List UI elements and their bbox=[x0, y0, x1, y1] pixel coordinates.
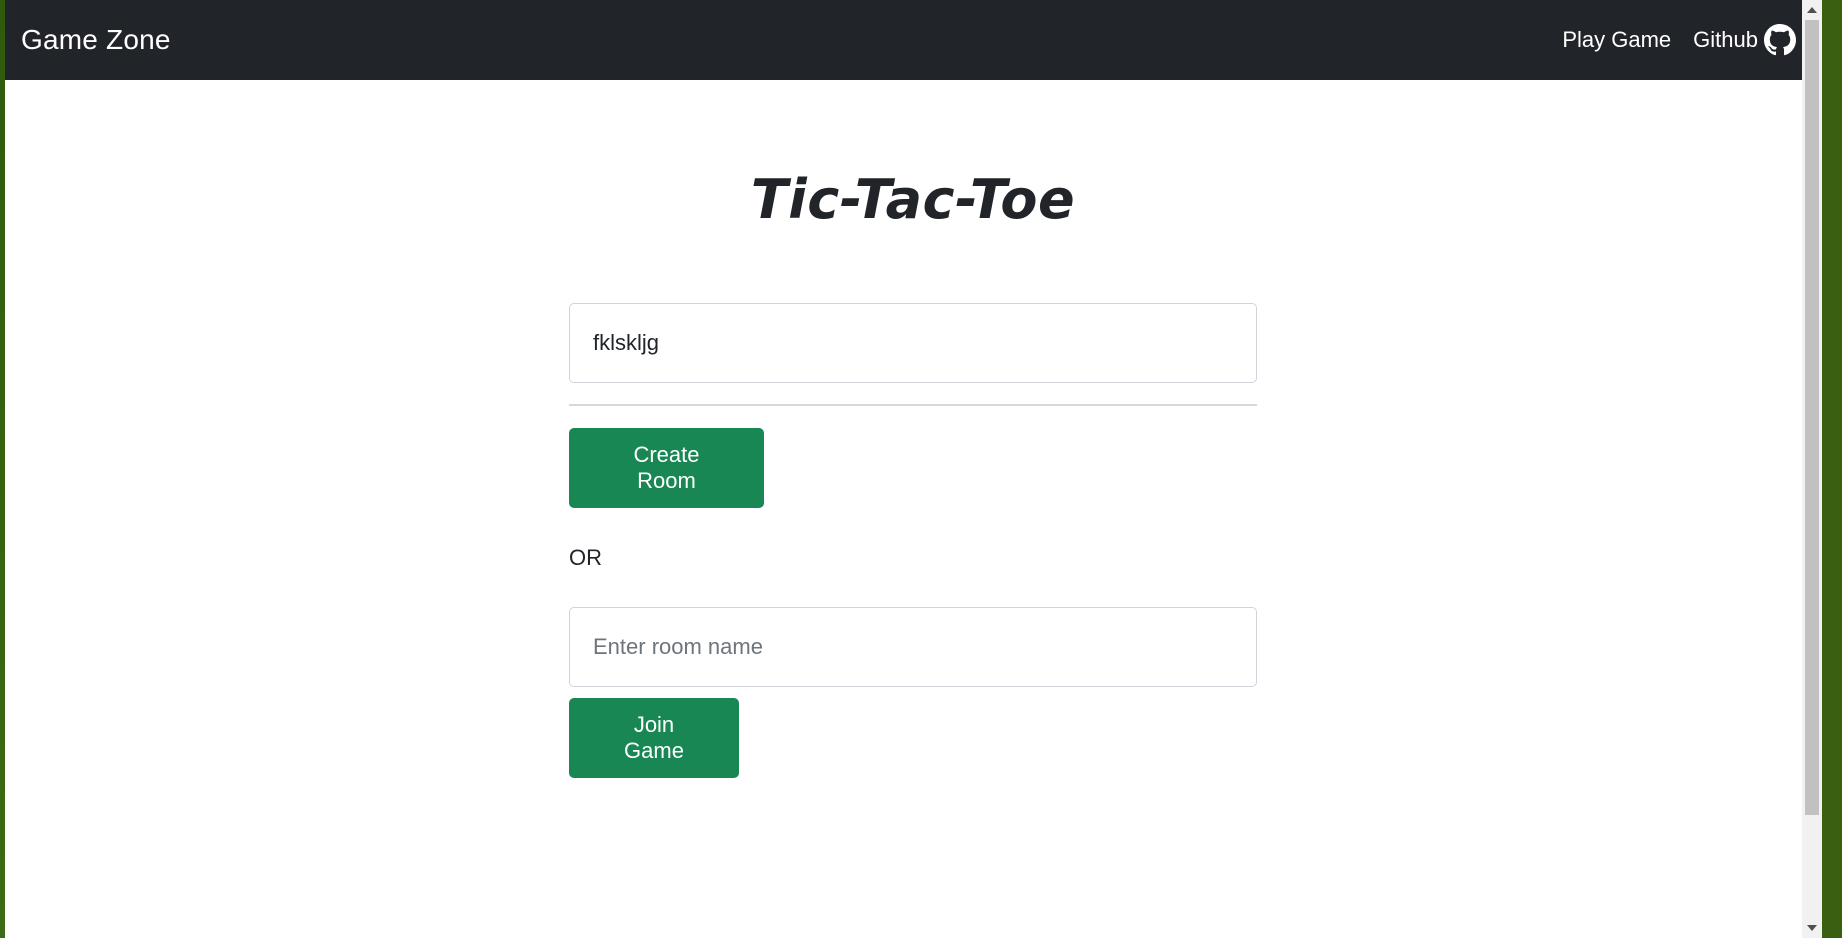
divider bbox=[569, 404, 1257, 406]
top-navbar: Game Zone Play Game Github bbox=[5, 0, 1822, 80]
create-room-button[interactable]: Create Room bbox=[569, 428, 764, 508]
github-link[interactable]: Github bbox=[1693, 24, 1796, 56]
nav-links: Play Game Github bbox=[1562, 24, 1796, 56]
play-game-link[interactable]: Play Game bbox=[1562, 27, 1671, 53]
room-name-input[interactable] bbox=[569, 607, 1257, 687]
scroll-up-arrow-icon[interactable] bbox=[1807, 7, 1817, 13]
vertical-scrollbar[interactable] bbox=[1802, 0, 1822, 938]
github-link-label: Github bbox=[1693, 27, 1758, 52]
play-game-link-label: Play Game bbox=[1562, 27, 1672, 52]
github-icon bbox=[1764, 24, 1796, 56]
or-separator-text: OR bbox=[569, 545, 602, 570]
page-title: Tic-Tac-Toe bbox=[750, 168, 1076, 231]
brand-logo-text[interactable]: Game Zone bbox=[21, 24, 171, 56]
join-game-button[interactable]: Join Game bbox=[569, 698, 739, 778]
username-input[interactable] bbox=[569, 303, 1257, 383]
scroll-down-arrow-icon[interactable] bbox=[1807, 925, 1817, 931]
scrollbar-thumb[interactable] bbox=[1805, 20, 1819, 815]
browser-viewport: Game Zone Play Game Github Tic-Tac-Toe C… bbox=[5, 0, 1822, 938]
